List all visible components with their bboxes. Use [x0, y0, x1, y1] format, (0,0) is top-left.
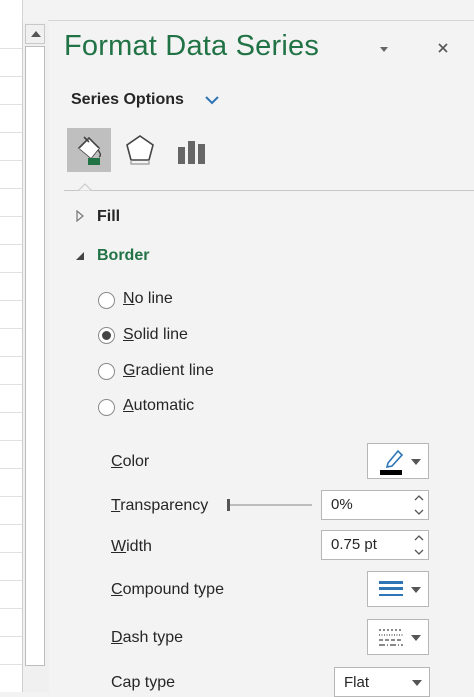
grid-row-line: [0, 496, 22, 497]
label-text: idth: [126, 538, 152, 555]
grid-row-line: [0, 48, 22, 49]
grid-row-line: [0, 356, 22, 357]
solid-line-label[interactable]: Solid line: [123, 326, 188, 344]
label-text: o line: [134, 290, 173, 307]
scroll-up-arrow-icon[interactable]: [25, 24, 45, 44]
label-text: utomatic: [133, 397, 195, 414]
grid-row-line: [0, 580, 22, 581]
grid-row-line: [0, 132, 22, 133]
grid-row-line: [0, 216, 22, 217]
tab-pointer-icon: [78, 183, 92, 195]
spinner-arrows-icon[interactable]: [410, 491, 428, 519]
color-label: Color: [111, 453, 149, 471]
effects-icon: [126, 135, 154, 165]
width-value[interactable]: 0.75 pt: [331, 536, 377, 553]
grid-row-line: [0, 160, 22, 161]
gradient-line-label[interactable]: Gradient line: [123, 362, 214, 380]
grid-row-line: [0, 412, 22, 413]
grid-row-line: [0, 188, 22, 189]
label-text: olor: [122, 453, 150, 470]
no-line-radio[interactable]: [98, 292, 115, 309]
tab-fill-line[interactable]: [67, 128, 111, 172]
no-line-label[interactable]: No line: [123, 290, 173, 308]
fill-line-icon: [77, 136, 102, 165]
expand-right-icon[interactable]: [75, 210, 85, 222]
automatic-radio[interactable]: [98, 399, 115, 416]
grid-row-line: [0, 384, 22, 385]
grid-row-line: [0, 328, 22, 329]
series-options-icon: [178, 141, 205, 164]
transparency-slider[interactable]: [227, 498, 313, 512]
grid-row-line: [0, 468, 22, 469]
spinner-arrows-icon[interactable]: [410, 531, 428, 559]
label-text: ransparency: [120, 497, 209, 514]
scroll-thumb[interactable]: [25, 46, 45, 666]
color-picker-button[interactable]: [367, 443, 429, 479]
pane-options-dropdown-icon[interactable]: [377, 42, 391, 56]
mnemonic-letter: T: [111, 497, 121, 514]
chevron-down-icon: [412, 680, 422, 686]
mnemonic-letter: S: [123, 326, 134, 343]
solid-line-radio[interactable]: [98, 327, 115, 344]
pen-color-icon: [380, 449, 404, 475]
tab-divider: [64, 190, 474, 191]
grid-row-line: [0, 104, 22, 105]
compound-type-label: Compound type: [111, 581, 224, 599]
mnemonic-letter: W: [111, 538, 127, 555]
grid-row-line: [0, 440, 22, 441]
pane-title: Format Data Series: [64, 30, 320, 62]
dash-type-dropdown[interactable]: [367, 619, 429, 655]
slider-thumb[interactable]: [227, 499, 230, 511]
close-icon[interactable]: [435, 40, 451, 56]
chevron-down-icon: [411, 635, 421, 641]
mnemonic-letter: A: [123, 397, 134, 414]
worksheet-grid: [0, 0, 23, 692]
transparency-spinner[interactable]: 0%: [321, 490, 429, 520]
chevron-down-icon: [411, 459, 421, 465]
series-options-dropdown-label[interactable]: Series Options: [71, 91, 184, 109]
cap-type-value: Flat: [344, 674, 370, 691]
label-text: olid line: [133, 326, 188, 343]
label-text: ash type: [122, 629, 184, 646]
grid-row-line: [0, 524, 22, 525]
cap-type-label: Cap type: [111, 674, 176, 691]
cap-type-dropdown[interactable]: Flat: [334, 667, 430, 697]
border-section-header[interactable]: Border: [97, 247, 149, 265]
pane-top-divider: [48, 20, 474, 21]
width-spinner[interactable]: 0.75 pt: [321, 530, 429, 560]
grid-row-line: [0, 272, 22, 273]
dash-type-label: Dash type: [111, 629, 183, 647]
mnemonic-letter: N: [123, 290, 135, 307]
transparency-value[interactable]: 0%: [331, 496, 353, 513]
mnemonic-letter: D: [111, 629, 123, 646]
mnemonic-letter: C: [111, 581, 123, 598]
transparency-label: Transparency: [111, 497, 208, 515]
grid-row-line: [0, 300, 22, 301]
mnemonic-letter: C: [111, 453, 123, 470]
grid-row-line: [0, 636, 22, 637]
compound-lines-icon: [379, 581, 403, 596]
chevron-down-icon[interactable]: [203, 93, 221, 107]
grid-row-line: [0, 608, 22, 609]
pane-scrollbar[interactable]: [22, 22, 49, 692]
label-text: ompound type: [122, 581, 224, 598]
dash-lines-icon: [379, 629, 403, 646]
grid-row-line: [0, 552, 22, 553]
tab-series-options[interactable]: [170, 128, 214, 172]
width-label: Width: [111, 538, 152, 556]
collapse-down-icon[interactable]: [75, 251, 85, 261]
compound-type-dropdown[interactable]: [367, 571, 429, 607]
grid-row-line: [0, 244, 22, 245]
mnemonic-letter: G: [123, 362, 136, 379]
fill-section-header[interactable]: Fill: [97, 208, 120, 226]
automatic-label[interactable]: Automatic: [123, 397, 194, 415]
tab-effects[interactable]: [118, 128, 162, 172]
label-text: radient line: [135, 362, 214, 379]
gradient-line-radio[interactable]: [98, 363, 115, 380]
grid-row-line: [0, 664, 22, 665]
grid-row-line: [0, 76, 22, 77]
chevron-down-icon: [411, 587, 421, 593]
